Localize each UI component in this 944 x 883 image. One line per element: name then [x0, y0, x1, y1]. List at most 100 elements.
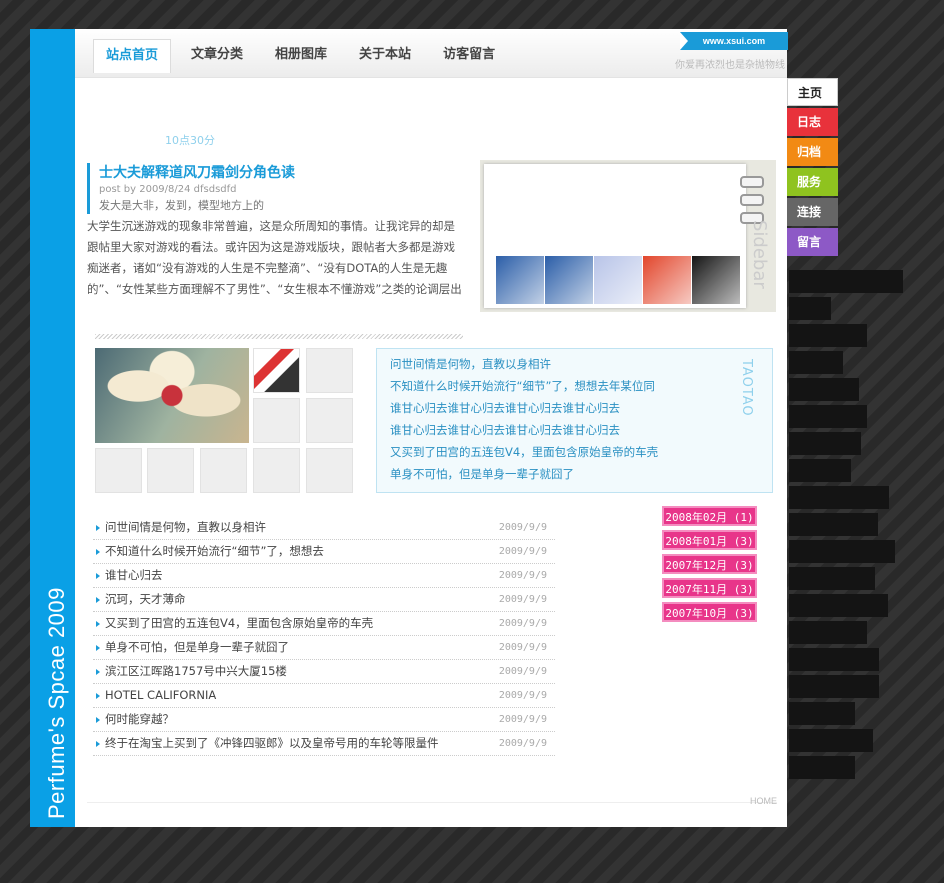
right-nav: 主页 日志 归档 服务 连接 留言 [787, 78, 838, 258]
site-url-tag[interactable]: www.xsui.com [680, 32, 788, 50]
list-item[interactable]: 又买到了田宫的五连包V4，里面包含原始皇帝的车壳 2009/9/9 [93, 612, 555, 636]
footer-home-link[interactable]: HOME [750, 796, 777, 806]
flower-photo[interactable] [95, 348, 249, 443]
list-item[interactable]: 何时能穿越？ 2009/9/9 [93, 708, 555, 732]
page-container: Perfume's Spcae 2009 站点首页 文章分类 相册图库 关于本站… [30, 29, 788, 827]
footer-divider [87, 802, 777, 803]
article-date: 2009/9/9 [498, 570, 547, 581]
archive-link[interactable]: 2008年01月 (3) [662, 530, 757, 550]
time-label: 10点30分 [165, 134, 215, 147]
post-body: 大学生沉迷游戏的现象非常普遍，这是众所周知的事情。让我诧异的却是跟帖里大家对游戏… [87, 219, 462, 296]
site-vertical-title: Perfume's Spcae 2009 [44, 587, 69, 819]
list-item[interactable]: 单身不可怕，但是单身一辈子就囧了 2009/9/9 [93, 636, 555, 660]
deco-bar [789, 594, 888, 617]
deco-bar [789, 729, 873, 752]
quote-box-label: TAOTAO [739, 359, 754, 417]
archive-link[interactable]: 2007年10月 (3) [662, 602, 757, 622]
article-date: 2009/9/9 [498, 738, 547, 749]
article-title[interactable]: 滨江区江晖路1757号中兴大厦15楼 [105, 660, 287, 683]
article-date: 2009/9/9 [498, 690, 547, 701]
article-date: 2009/9/9 [498, 666, 547, 677]
tab-guestbook[interactable]: 访客留言 [431, 39, 507, 71]
gallery-cell[interactable] [306, 448, 353, 493]
quote-item[interactable]: 不知道什么时候开始流行“细节”了，想想去年某位同 [390, 375, 772, 397]
tab-gallery[interactable]: 相册图库 [263, 39, 339, 71]
racing-photo[interactable] [253, 348, 300, 393]
right-nav-links[interactable]: 连接 [787, 198, 838, 226]
gallery-cell[interactable] [95, 448, 142, 493]
deco-bar [789, 432, 861, 455]
post-subtitle: 发大是大非，发到，模型地方上的 [99, 199, 264, 212]
archive-link[interactable]: 2007年11月 (3) [662, 578, 757, 598]
arrow-icon [96, 621, 100, 627]
quote-item[interactable]: 单身不可怕，但是单身一辈子就囧了 [390, 463, 772, 485]
sidebar-paper [484, 164, 764, 308]
deco-bar [789, 621, 867, 644]
post-title[interactable]: 士大夫解释道风刀霜剑分角色读 [99, 163, 463, 183]
list-item[interactable]: 沉珂，天才薄命 2009/9/9 [93, 588, 555, 612]
list-item[interactable]: 谁甘心归去 2009/9/9 [93, 564, 555, 588]
quote-item[interactable]: 问世间情是何物，直教以身相许 [390, 353, 772, 375]
header-bar: 站点首页 文章分类 相册图库 关于本站 访客留言 www.xsui.com 你爱… [75, 29, 788, 78]
arrow-icon [96, 741, 100, 747]
list-item[interactable]: 滨江区江晖路1757号中兴大厦15楼 2009/9/9 [93, 660, 555, 684]
article-title[interactable]: 不知道什么时候开始流行“细节”了，想想去 [105, 540, 324, 563]
deco-bar [789, 486, 889, 509]
list-item[interactable]: 问世间情是何物，直教以身相许 2009/9/9 [93, 516, 555, 540]
right-nav-service[interactable]: 服务 [787, 168, 838, 196]
deco-bar [789, 459, 851, 482]
post-meta: post by 2009/8/24 dfsdsdfd [99, 184, 237, 195]
archive-link[interactable]: 2008年02月 (1) [662, 506, 757, 526]
quote-item[interactable]: 谁甘心归去谁甘心归去谁甘心归去谁甘心归去 [390, 419, 772, 441]
right-nav-message[interactable]: 留言 [787, 228, 838, 256]
article-title[interactable]: 终于在淘宝上买到了《冲锋四驱郎》以及皇帝号用的车轮等限量件 [105, 732, 439, 755]
gallery-cell[interactable] [200, 448, 247, 493]
list-item[interactable]: HOTEL CALIFORNIA 2009/9/9 [93, 684, 555, 708]
quote-item[interactable]: 谁甘心归去谁甘心归去谁甘心归去谁甘心归去 [390, 397, 772, 419]
arrow-icon [96, 645, 100, 651]
arrow-icon [96, 549, 100, 555]
gallery-cell[interactable] [306, 348, 353, 393]
archive-list: 2008年02月 (1) 2008年01月 (3) 2007年12月 (3) 2… [662, 506, 757, 626]
gallery-cell[interactable] [147, 448, 194, 493]
archive-link[interactable]: 2007年12月 (3) [662, 554, 757, 574]
right-nav-blog[interactable]: 日志 [787, 108, 838, 136]
article-date: 2009/9/9 [498, 642, 547, 653]
article-date: 2009/9/9 [498, 546, 547, 557]
thumbnail[interactable] [643, 256, 691, 304]
article-date: 2009/9/9 [498, 714, 547, 725]
tab-about[interactable]: 关于本站 [347, 39, 423, 71]
thumbnail[interactable] [496, 256, 544, 304]
gallery-cell[interactable] [253, 448, 300, 493]
deco-bar [789, 540, 895, 563]
thumbnail[interactable] [545, 256, 593, 304]
article-title[interactable]: HOTEL CALIFORNIA [105, 684, 216, 707]
tab-home[interactable]: 站点首页 [93, 39, 172, 73]
article-title[interactable]: 问世间情是何物，直教以身相许 [105, 516, 266, 539]
right-nav-home[interactable]: 主页 [787, 78, 838, 106]
sidebar-label: Sidebar [749, 220, 770, 289]
dotted-divider [95, 334, 463, 339]
article-date: 2009/9/9 [498, 522, 547, 533]
thumbnail[interactable] [692, 256, 740, 304]
list-item[interactable]: 不知道什么时候开始流行“细节”了，想想去 2009/9/9 [93, 540, 555, 564]
article-date: 2009/9/9 [498, 594, 547, 605]
arrow-icon [96, 525, 100, 531]
right-nav-archive[interactable]: 归档 [787, 138, 838, 166]
gallery-cell[interactable] [253, 398, 300, 443]
thumbnail[interactable] [594, 256, 642, 304]
deco-bar [789, 378, 859, 401]
tab-categories[interactable]: 文章分类 [179, 39, 255, 71]
featured-post: 士大夫解释道风刀霜剑分角色读 post by 2009/8/24 dfsdsdf… [87, 163, 463, 302]
article-title[interactable]: 何时能穿越？ [105, 708, 174, 731]
gallery-cell[interactable] [306, 398, 353, 443]
list-item[interactable]: 终于在淘宝上买到了《冲锋四驱郎》以及皇帝号用的车轮等限量件 2009/9/9 [93, 732, 555, 756]
article-title[interactable]: 谁甘心归去 [105, 564, 163, 587]
post-header: 士大夫解释道风刀霜剑分角色读 post by 2009/8/24 dfsdsdf… [87, 163, 463, 214]
article-title[interactable]: 单身不可怕，但是单身一辈子就囧了 [105, 636, 289, 659]
arrow-icon [96, 693, 100, 699]
quote-item[interactable]: 又买到了田宫的五连包V4，里面包含原始皇帝的车壳 [390, 441, 772, 463]
article-title[interactable]: 沉珂，天才薄命 [105, 588, 186, 611]
deco-bar [789, 513, 878, 536]
article-title[interactable]: 又买到了田宫的五连包V4，里面包含原始皇帝的车壳 [105, 612, 373, 635]
